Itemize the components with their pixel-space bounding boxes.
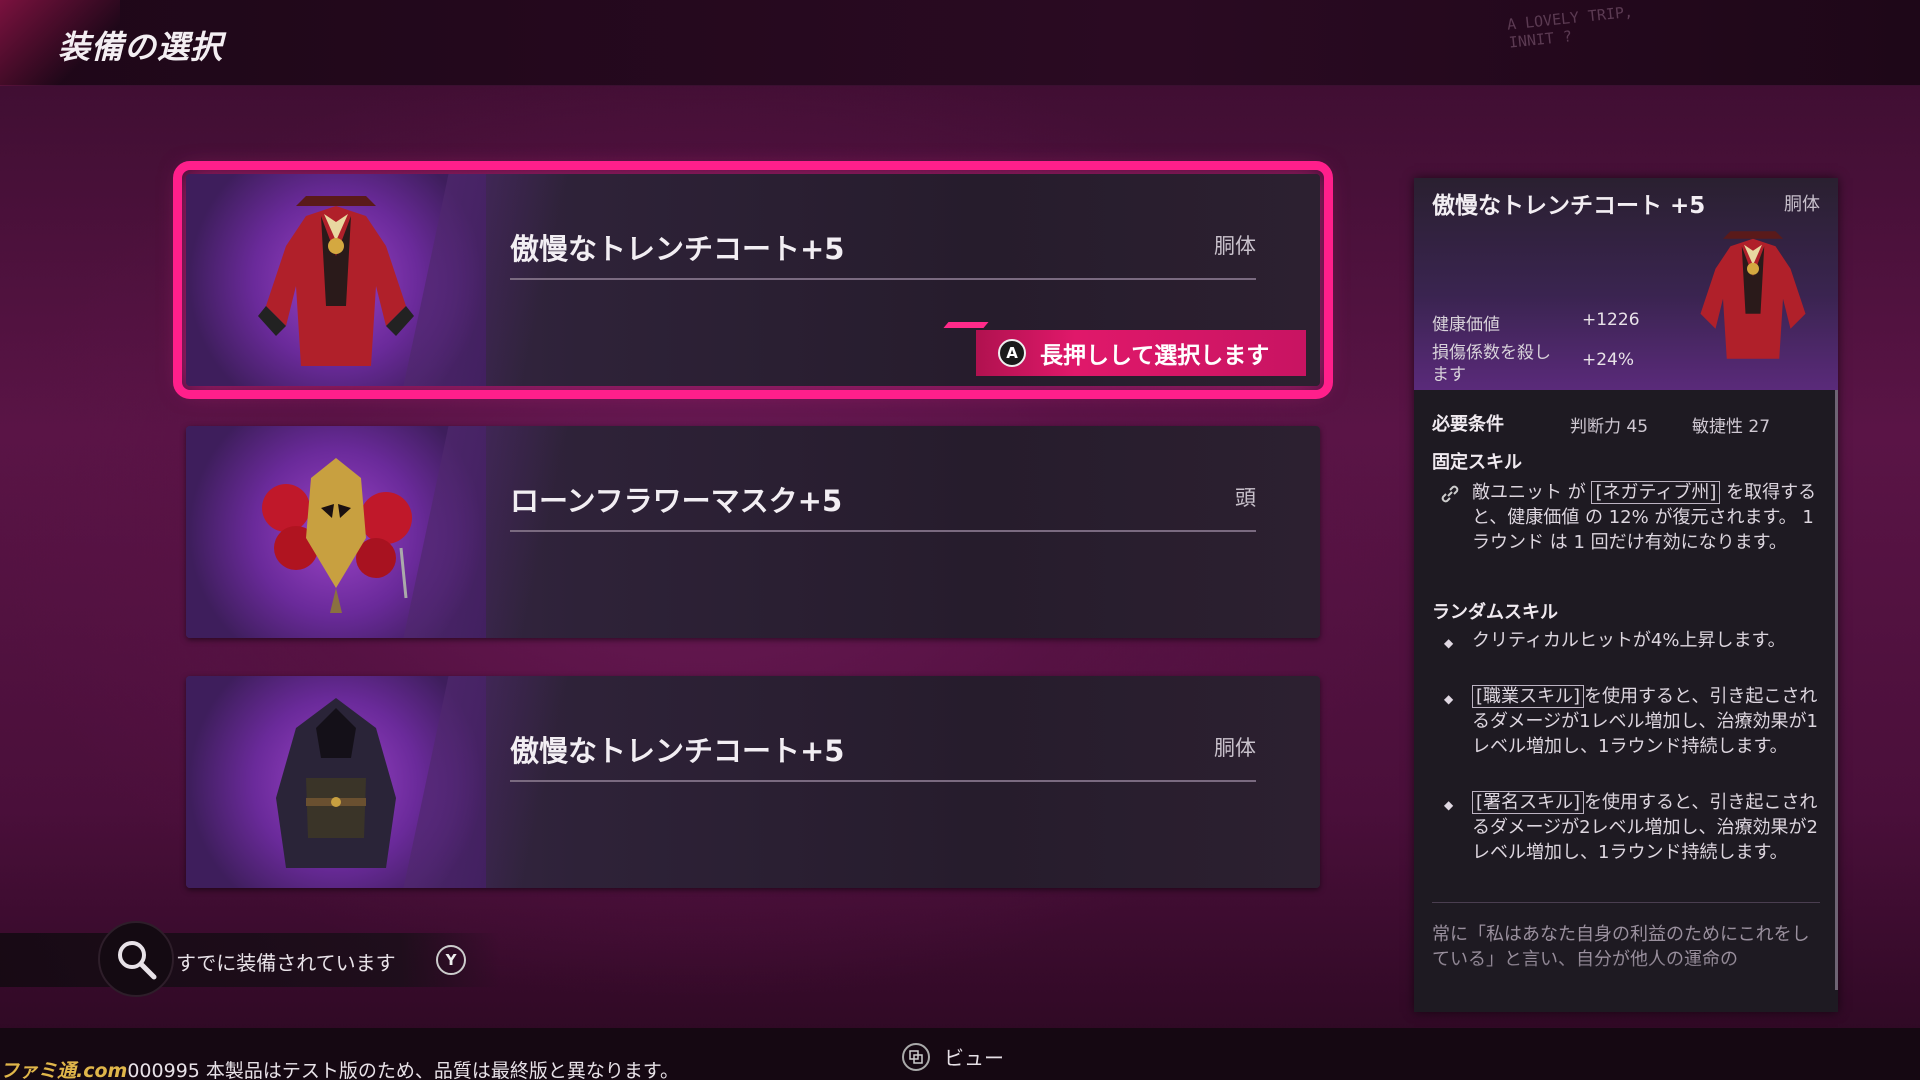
link-icon (1441, 485, 1459, 503)
random-skill-text: [署名スキル] を使用すると、引き起こされるダメージが2レベル増加し、治療効果が2… (1472, 791, 1819, 863)
corner-graffiti-text: A LOVELY TRIP, INNIT ? (1506, 2, 1634, 52)
rose-mask-icon (262, 458, 412, 613)
divider (510, 278, 1256, 280)
random-skill-text: [職業スキル] を使用すると、引き起こされるダメージが1レベル増加し、治療効果が1… (1472, 685, 1819, 757)
divider (510, 780, 1256, 782)
equipment-thumbnail (186, 426, 486, 638)
hooded-cloak-icon (276, 698, 396, 868)
view-button[interactable]: ビュー (902, 1042, 1004, 1071)
fixed-skill-title: 固定スキル (1432, 452, 1522, 473)
diamond-bullet-icon: ◆ (1444, 636, 1454, 650)
divider (1432, 902, 1820, 903)
already-equipped-filter[interactable]: すでに装備されています Y (0, 921, 500, 997)
top-bar: 装備の選択 A LOVELY TRIP, INNIT ? (0, 0, 1920, 86)
stat-value: +1226 (1582, 310, 1640, 330)
search-icon (98, 921, 174, 997)
famitsu-logo: ファミ通.com (0, 1060, 128, 1080)
y-button-icon: Y (436, 945, 466, 975)
equipment-slot: 胴体 (1214, 234, 1256, 258)
random-skill-text: クリティカルヒットが4%上昇します。 (1472, 630, 1786, 651)
equipment-thumbnail (186, 676, 486, 888)
view-label: ビュー (944, 1046, 1004, 1070)
stat-value: +24% (1582, 350, 1635, 370)
random-skill-title: ランダムスキル (1432, 602, 1558, 623)
detail-header: 傲慢なトレンチコート +5 胴体 健康価値 +1226 損傷係数を殺し ます +… (1414, 178, 1838, 390)
already-equipped-label: すでに装備されています (176, 951, 396, 975)
requirement-value: 判断力 45 (1570, 417, 1649, 437)
detail-item-slot: 胴体 (1784, 194, 1820, 215)
skill-tag: [職業スキル] (1472, 685, 1585, 708)
requirement-value: 敏捷性 27 (1692, 417, 1771, 437)
equipment-card[interactable]: 傲慢なトレンチコート+5 胴体 A 長押しして選択します (173, 161, 1333, 399)
scrollbar[interactable] (1835, 390, 1838, 990)
fixed-skill-text: 敵ユニット が [ネガティブ州] を取得すると、健康価値 の 12% が復元され… (1472, 481, 1817, 553)
equipment-thumbnail (186, 174, 486, 386)
test-version-notice: ファミ通.com000995 本製品はテスト版のため、品質は最終版と異なります。 (0, 1060, 680, 1080)
diamond-bullet-icon: ◆ (1444, 798, 1454, 812)
stat-label: 健康価値 (1432, 315, 1500, 335)
detail-panel[interactable]: 傲慢なトレンチコート +5 胴体 健康価値 +1226 損傷係数を殺し ます +… (1414, 178, 1838, 1012)
flavor-fade (1414, 958, 1838, 1012)
diamond-bullet-icon: ◆ (1444, 692, 1454, 706)
equipment-slot: 頭 (1235, 486, 1256, 510)
hold-to-select-button[interactable]: A 長押しして選択します (976, 330, 1306, 376)
trench-coat-icon (258, 196, 414, 366)
equipment-card[interactable]: 傲慢なトレンチコート+5 胴体 (186, 676, 1320, 888)
equipment-name: ローンフラワーマスク+5 (510, 484, 843, 518)
equipment-name: 傲慢なトレンチコート+5 (510, 232, 845, 266)
a-button-icon: A (998, 339, 1026, 367)
skill-tag: [ネガティブ州] (1591, 481, 1721, 504)
requirements-title: 必要条件 (1432, 414, 1504, 435)
button-streak-decoration (943, 322, 989, 328)
stat-label-continued: ます (1432, 365, 1466, 385)
detail-item-name: 傲慢なトレンチコート +5 (1432, 193, 1706, 219)
page-title: 装備の選択 (58, 28, 224, 66)
equipment-name: 傲慢なトレンチコート+5 (510, 734, 845, 768)
hold-to-select-label: 長押しして選択します (1040, 343, 1270, 369)
equipment-card[interactable]: ローンフラワーマスク+5 頭 (186, 426, 1320, 638)
view-button-icon (902, 1042, 930, 1071)
trench-coat-icon (1700, 231, 1806, 359)
divider (510, 530, 1256, 532)
equipment-slot: 胴体 (1214, 736, 1256, 760)
skill-tag: [署名スキル] (1472, 791, 1585, 814)
